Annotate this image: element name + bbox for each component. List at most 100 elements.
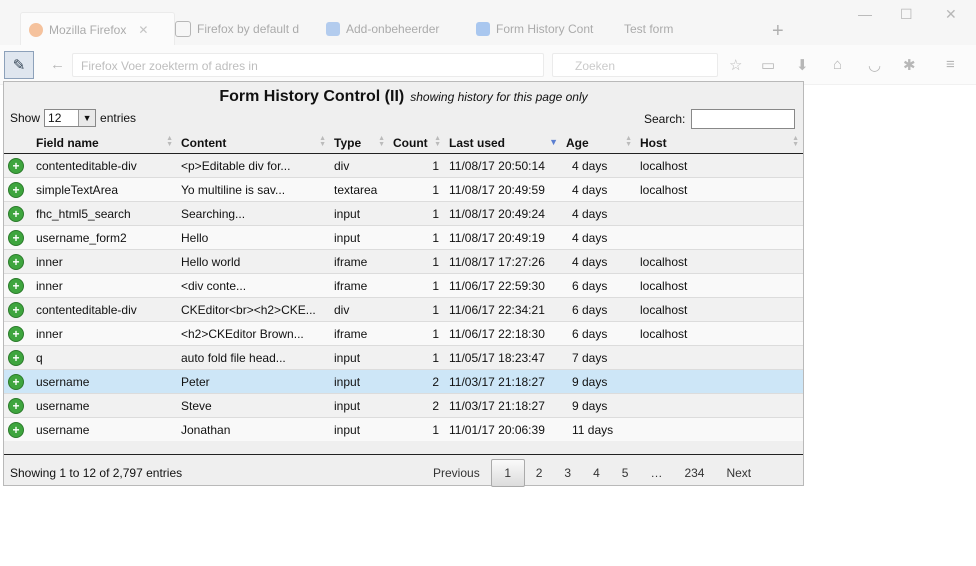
add-icon[interactable]: + <box>8 181 24 198</box>
cell-host: localhost <box>636 249 803 274</box>
cell-host: localhost <box>636 177 803 202</box>
pager-page-button[interactable]: 2 <box>525 460 554 486</box>
pocket-icon[interactable]: ◡ <box>868 56 881 74</box>
pager-page-button[interactable]: 5 <box>611 460 640 486</box>
sort-icon: ▲ ▼ <box>792 135 799 148</box>
cell-age: 7 days <box>562 345 636 370</box>
cell-type: div <box>330 153 389 178</box>
column-header-type[interactable]: Type ▲ ▼ <box>330 132 389 154</box>
cell-type: iframe <box>330 249 389 274</box>
pager-previous-button[interactable]: Previous <box>422 460 491 486</box>
cell-last-used: 11/08/17 17:27:26 <box>445 249 562 274</box>
add-icon[interactable]: + <box>8 157 24 174</box>
entries-label: entries <box>100 111 137 125</box>
cell-host: localhost <box>636 297 803 322</box>
cell-count: 1 <box>389 321 445 346</box>
pager-page-button[interactable]: 234 <box>673 460 715 486</box>
tab-test-form[interactable]: Test form <box>624 12 744 45</box>
home-icon[interactable]: ⌂ <box>833 56 842 73</box>
bookmark-star-icon[interactable]: ☆ <box>729 56 742 74</box>
pager-page-button[interactable]: 3 <box>553 460 582 486</box>
minimize-button[interactable]: — <box>858 6 872 22</box>
add-icon[interactable]: + <box>8 205 24 222</box>
cell-content: Hello world <box>177 249 330 274</box>
back-icon[interactable]: ← <box>50 56 65 73</box>
cell-field-name: username <box>32 393 177 418</box>
cell-host <box>636 393 803 418</box>
add-icon[interactable]: + <box>8 373 24 390</box>
column-header-count[interactable]: Count ▲ ▼ <box>389 132 445 154</box>
pager-next-button[interactable]: Next <box>715 460 762 486</box>
cell-action: + <box>4 321 32 346</box>
cell-count: 2 <box>389 369 445 394</box>
cell-count: 1 <box>389 177 445 202</box>
sort-icon: ▲ ▼ <box>166 135 173 148</box>
column-header-last-used[interactable]: Last used ▼ <box>445 132 562 154</box>
column-header-age[interactable]: Age ▲ ▼ <box>562 132 636 154</box>
tab-strip: Mozilla Firefox ✕ Firefox by default d A… <box>0 0 976 46</box>
cell-count: 1 <box>389 249 445 274</box>
table-row[interactable]: + username Jonathan input 1 11/01/17 20:06:39… <box>4 417 803 441</box>
table-info: Showing 1 to 12 of 2,797 entries <box>10 466 183 480</box>
pager-page-button[interactable]: 1 <box>490 459 525 487</box>
add-icon[interactable]: + <box>8 325 24 342</box>
table-row[interactable]: + username Steve input 2 11/03/17 21:18:27 9 d… <box>4 393 803 418</box>
table-row[interactable]: + simpleTextArea Yo multiline is sav... tex… <box>4 177 803 202</box>
add-icon[interactable]: + <box>8 253 24 270</box>
add-icon[interactable]: + <box>8 277 24 294</box>
cell-count: 1 <box>389 153 445 178</box>
cell-type: input <box>330 225 389 250</box>
table-row[interactable]: + username Peter input 2 11/03/17 21:18:27 9 d… <box>4 369 803 394</box>
add-icon[interactable]: + <box>8 421 24 438</box>
add-icon[interactable]: + <box>8 397 24 414</box>
library-icon[interactable]: ▭ <box>761 56 775 74</box>
close-icon[interactable]: ✕ <box>138 23 148 37</box>
entries-select[interactable]: 12 ▼ <box>44 109 97 127</box>
pager-page-button[interactable]: 4 <box>582 460 611 486</box>
cell-content: auto fold file head... <box>177 345 330 370</box>
search-bar[interactable]: Zoeken <box>552 53 718 77</box>
table-row[interactable]: + contenteditable-div <p>Editable div for.… <box>4 153 803 178</box>
table-row[interactable]: + contenteditable-div CKEditor<br><h2>CKE.… <box>4 297 803 322</box>
close-window-button[interactable]: ✕ <box>945 6 957 23</box>
cell-field-name: contenteditable-div <box>32 297 177 322</box>
cell-last-used: 11/01/17 20:06:39 <box>445 417 562 441</box>
cell-field-name: q <box>32 345 177 370</box>
tab-add-onbeheerder[interactable]: Add-onbeheerder <box>326 12 456 45</box>
cell-type: iframe <box>330 321 389 346</box>
cell-last-used: 11/08/17 20:49:19 <box>445 225 562 250</box>
cell-host: localhost <box>636 321 803 346</box>
table-row[interactable]: + q auto fold file head... input 1 11/05/17 1… <box>4 345 803 370</box>
table-row[interactable]: + inner <div conte... iframe 1 11/06/17 22:59… <box>4 273 803 298</box>
table-row[interactable]: + username_form2 Hello input 1 11/08/17 20:49… <box>4 225 803 250</box>
extension-icon[interactable]: ✱ <box>903 56 916 74</box>
cell-field-name: inner <box>32 249 177 274</box>
cell-age: 6 days <box>562 321 636 346</box>
form-history-toolbar-button[interactable]: ✎ <box>4 51 34 79</box>
cell-field-name: username <box>32 417 177 441</box>
url-bar[interactable]: Firefox Voer zoekterm of adres in <box>72 53 544 77</box>
cell-content: CKEditor<br><h2>CKE... <box>177 297 330 322</box>
add-icon[interactable]: + <box>8 349 24 366</box>
column-header-field-name[interactable]: Field name ▲ ▼ <box>32 132 177 154</box>
column-header-host[interactable]: Host ▲ ▼ <box>636 132 803 154</box>
menu-icon[interactable]: ≡ <box>946 56 955 73</box>
download-icon[interactable]: ⬇ <box>796 56 809 74</box>
column-header-content[interactable]: Content ▲ ▼ <box>177 132 330 154</box>
table-row[interactable]: + inner <h2>CKEditor Brown... iframe 1 11/06/… <box>4 321 803 346</box>
new-tab-button[interactable]: + <box>772 20 784 43</box>
add-icon[interactable]: + <box>8 229 24 246</box>
cell-last-used: 11/05/17 18:23:47 <box>445 345 562 370</box>
maximize-button[interactable]: ☐ <box>900 6 913 23</box>
cell-age: 11 days <box>562 417 636 441</box>
add-icon[interactable]: + <box>8 301 24 318</box>
table-row[interactable]: + fhc_html5_search Searching... input 1 11/08… <box>4 201 803 226</box>
tab-firefox-by-default[interactable]: Firefox by default d <box>175 12 305 45</box>
search-input[interactable] <box>691 109 796 129</box>
tab-label: Firefox by default d <box>197 21 300 36</box>
tab-mozilla-firefox[interactable]: Mozilla Firefox ✕ <box>20 12 175 46</box>
table-row[interactable]: + inner Hello world iframe 1 11/08/17 17:27:2… <box>4 249 803 274</box>
tab-form-history-control[interactable]: Form History Cont <box>476 12 602 45</box>
url-placeholder: Firefox Voer zoekterm of adres in <box>81 59 258 73</box>
sort-icon: ▲ ▼ <box>625 135 632 148</box>
